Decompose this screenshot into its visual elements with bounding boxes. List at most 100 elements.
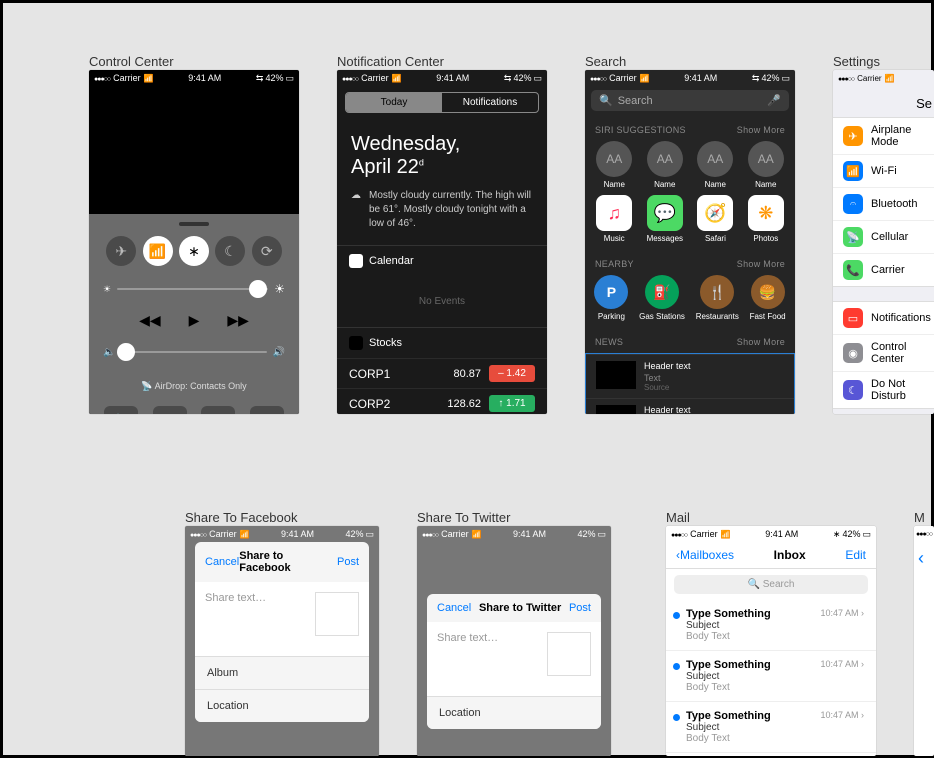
attachment-thumb[interactable] [315, 592, 359, 636]
app-messages[interactable]: 💬Messages [647, 195, 683, 243]
search-input[interactable]: 🔍 Search 🎤 [591, 90, 789, 111]
share-option-location[interactable]: Location [195, 689, 369, 722]
mic-icon[interactable]: 🎤 [767, 94, 781, 107]
panel-label: M [914, 510, 925, 525]
post-button[interactable]: Post [569, 602, 591, 614]
settings-row-bluetooth[interactable]: 𝄐Bluetooth [833, 188, 934, 221]
news-item[interactable]: Header textTextSource [586, 398, 794, 414]
messages-screen: ‹ [914, 526, 934, 756]
siri-contact[interactable]: AAName [647, 141, 683, 189]
camera-button[interactable]: 📷 [250, 406, 284, 414]
tab-today[interactable]: Today [346, 93, 442, 112]
unread-dot-icon [673, 612, 680, 619]
mail-inbox-screen: Carrier 9:41 AM ∗42%▭ ‹Mailboxes Inbox E… [666, 526, 876, 756]
search-icon: 🔍 [599, 94, 613, 107]
show-more-link[interactable]: Show More [737, 125, 785, 135]
calculator-button[interactable]: 🖩 [201, 406, 235, 414]
notification-center-screen: Carrier 9:41 AM ⇆42%▭ Today Notification… [337, 70, 547, 414]
show-more-link[interactable]: Show More [737, 259, 785, 269]
stocks-widget-header[interactable]: Stocks [337, 328, 547, 358]
nearby-gas stations[interactable]: ⛽Gas Stations [639, 275, 685, 321]
volume-slider[interactable]: 🔈 🔊 [103, 343, 285, 361]
attachment-thumb[interactable] [547, 632, 591, 676]
calendar-widget-header[interactable]: Calendar [337, 246, 547, 276]
app-photos[interactable]: ❋Photos [748, 195, 784, 243]
show-more-link[interactable]: Show More [737, 337, 785, 347]
back-button[interactable]: ‹Mailboxes [676, 548, 734, 562]
siri-contact[interactable]: AAName [697, 141, 733, 189]
mail-row[interactable]: Type Something10:47 AM ›SubjectBody Text [666, 702, 876, 753]
cancel-button[interactable]: Cancel [205, 556, 239, 568]
cloud-icon: ☁ [351, 189, 361, 231]
panel-label: Share To Facebook [185, 510, 298, 525]
settings-row-notifications[interactable]: ▭Notifications [833, 302, 934, 335]
back-button[interactable]: ‹ [914, 542, 934, 575]
settings-screen: Carrier Se ✈Airplane Mode📶Wi-Fi𝄐Bluetoot… [833, 70, 934, 414]
settings-row-airplane-mode[interactable]: ✈Airplane Mode [833, 118, 934, 155]
panel-label: Control Center [89, 54, 174, 69]
rewind-button[interactable]: ◀◀ [139, 312, 161, 329]
stock-row[interactable]: CORP2128.62↑ 1.71 [337, 388, 547, 414]
play-button[interactable]: ▶ [189, 312, 200, 329]
siri-contact[interactable]: AAName [596, 141, 632, 189]
news-item[interactable]: Header textTextSource [586, 354, 794, 398]
status-bar: Carrier 9:41 AM 42%▭ [417, 526, 611, 542]
wifi-icon [144, 73, 154, 83]
stocks-icon [349, 336, 363, 350]
dnd-toggle[interactable]: ☾ [215, 236, 245, 266]
nc-tabs: Today Notifications [345, 92, 539, 113]
siri-contact[interactable]: AAName [748, 141, 784, 189]
app-music[interactable]: ♫Music [596, 195, 632, 243]
stock-row[interactable]: CORP180.87– 1.42 [337, 358, 547, 388]
share-option-album[interactable]: Album [195, 656, 369, 689]
settings-row-cellular[interactable]: 📡Cellular [833, 221, 934, 254]
rotation-lock-toggle[interactable]: ⟳ [252, 236, 282, 266]
settings-row-control-center[interactable]: ◉Control Center [833, 335, 934, 372]
share-text-input[interactable]: Share text… [437, 632, 498, 686]
search-icon: 🔍 [748, 579, 763, 590]
tab-notifications[interactable]: Notifications [442, 93, 538, 112]
nearby-fast food[interactable]: 🍔Fast Food [750, 275, 786, 321]
panel-label: Settings [833, 54, 880, 69]
search-input[interactable]: 🔍 Search [674, 575, 868, 594]
sheet-title: Share to Twitter [479, 602, 561, 614]
brightness-slider[interactable]: ☀ ☀ [103, 280, 285, 298]
app-safari[interactable]: 🧭Safari [697, 195, 733, 243]
wifi-toggle[interactable]: 📶 [143, 236, 173, 266]
weather-summary: ☁ Mostly cloudy currently. The high will… [337, 189, 547, 245]
mail-row[interactable]: Type Something10:47 AM ›SubjectBody Text [666, 651, 876, 702]
panel-label: Search [585, 54, 626, 69]
edit-button[interactable]: Edit [845, 548, 866, 562]
share-text-input[interactable]: Share text… [205, 592, 266, 646]
airplane-toggle[interactable]: ✈ [106, 236, 136, 266]
panel-label: Share To Twitter [417, 510, 510, 525]
status-bar: Carrier [833, 70, 934, 86]
signal-icon [94, 73, 110, 83]
settings-row-do-not-disturb[interactable]: ☾Do Not Disturb [833, 372, 934, 408]
status-bar: Carrier 9:41 AM ⇆42%▭ [337, 70, 547, 86]
panel-label: Notification Center [337, 54, 444, 69]
timer-button[interactable]: ⏱ [153, 406, 187, 414]
nearby-parking[interactable]: PParking [594, 275, 628, 321]
mail-row[interactable]: Type Something10:47 AM ›SubjectBody Text [666, 600, 876, 651]
cancel-button[interactable]: Cancel [437, 602, 471, 614]
inbox-title: Inbox [774, 548, 806, 562]
post-button[interactable]: Post [337, 556, 359, 568]
status-bar: Carrier 9:41 AM ⇆42%▭ [585, 70, 795, 86]
panel-label: Mail [666, 510, 690, 525]
forward-button[interactable]: ▶▶ [227, 312, 249, 329]
nearby-header: NEARBY [595, 259, 634, 269]
flashlight-button[interactable]: 🔦 [104, 406, 138, 414]
spotlight-search-screen: Carrier 9:41 AM ⇆42%▭ 🔍 Search 🎤 SIRI SU… [585, 70, 795, 414]
nearby-restaurants[interactable]: 🍴Restaurants [696, 275, 739, 321]
share-twitter-screen: Carrier 9:41 AM 42%▭ Cancel Share to Twi… [417, 526, 611, 756]
status-bar: Carrier 9:41 AM ⇆42%▭ [89, 70, 299, 86]
settings-row-carrier[interactable]: 📞Carrier [833, 254, 934, 286]
control-center-screen: Carrier 9:41 AM ⇆42%▭ ✈ 📶 ∗ ☾ ⟳ ☀ ☀ ◀◀ ▶… [89, 70, 299, 414]
settings-row-wi-fi[interactable]: 📶Wi-Fi [833, 155, 934, 188]
grabber-handle[interactable] [179, 222, 209, 226]
share-option-location[interactable]: Location [427, 696, 601, 729]
settings-title: Se [833, 86, 934, 117]
bluetooth-toggle[interactable]: ∗ [179, 236, 209, 266]
airdrop-button[interactable]: 📡 AirDrop: Contacts Only [97, 375, 291, 398]
